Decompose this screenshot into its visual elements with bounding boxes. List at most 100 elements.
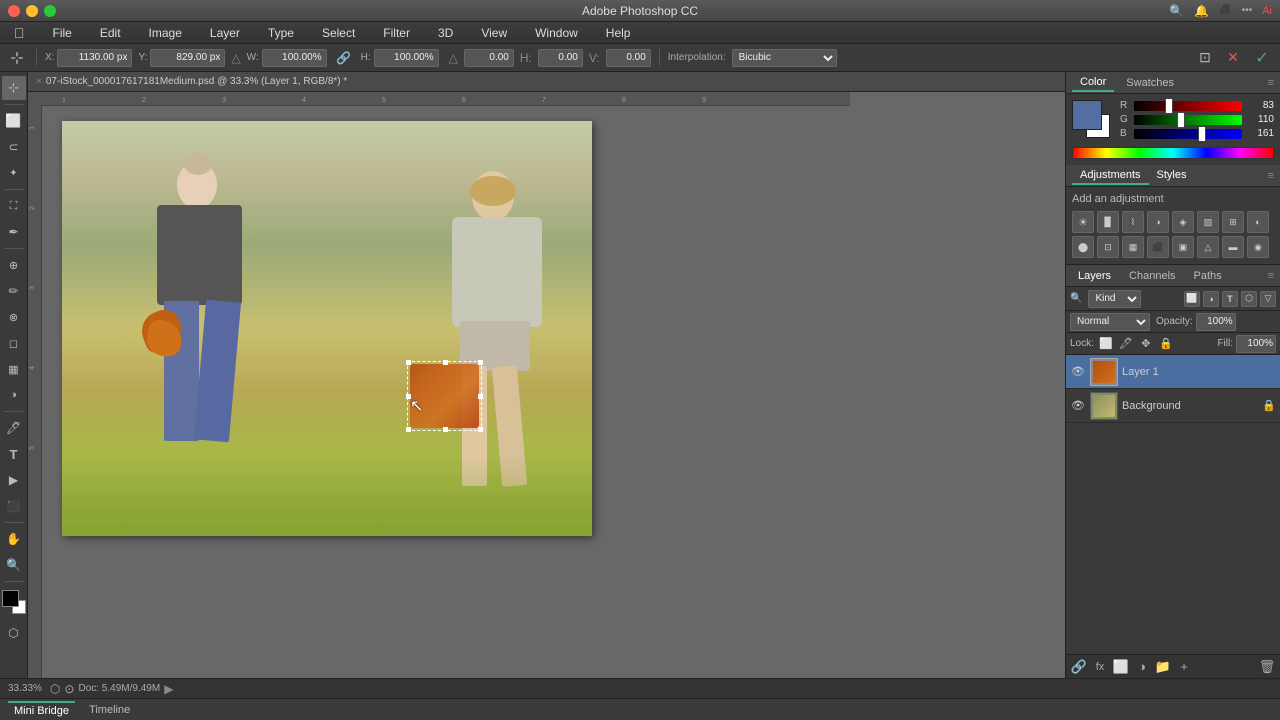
menu-window[interactable]: Window [529, 24, 584, 42]
background-visibility[interactable]: 👁 [1070, 398, 1086, 414]
bw-adj[interactable]: ◐ [1247, 211, 1269, 233]
warp-button[interactable]: ⊡ [1194, 47, 1216, 69]
color-panel-menu[interactable]: ≡ [1268, 77, 1274, 89]
filter-pixel-icon[interactable]: ⬜ [1184, 291, 1200, 307]
levels-adj[interactable]: ▉ [1097, 211, 1119, 233]
r-slider[interactable] [1134, 101, 1242, 111]
menu-view[interactable]: View [475, 24, 513, 42]
interpolation-select[interactable]: Bicubic Bilinear Nearest Neighbor [732, 49, 837, 67]
menu-image[interactable]: Image [143, 24, 188, 42]
menu-3d[interactable]: 3D [432, 24, 459, 42]
tab-adjustments[interactable]: Adjustments [1072, 167, 1149, 185]
threshold-adj[interactable]: △ [1197, 236, 1219, 258]
selective-color-adj[interactable]: ◉ [1247, 236, 1269, 258]
gradient-tool[interactable]: ▦ [2, 357, 26, 381]
crop-tool[interactable]: ⛶ [2, 194, 26, 218]
brush-tool[interactable]: ✏ [2, 279, 26, 303]
invert-adj[interactable]: ⬛ [1147, 236, 1169, 258]
minimize-button[interactable] [26, 5, 38, 17]
w-input[interactable] [262, 49, 327, 67]
shape-tool[interactable]: ⬛ [2, 494, 26, 518]
posterize-adj[interactable]: ▣ [1172, 236, 1194, 258]
v-input[interactable] [606, 49, 651, 67]
color-lookup-adj[interactable]: ▦ [1122, 236, 1144, 258]
canvas-viewport[interactable]: ↖ [42, 106, 850, 678]
tab-paths[interactable]: Paths [1188, 268, 1228, 284]
tab-color[interactable]: Color [1072, 74, 1114, 92]
pen-tool[interactable]: 🖊 [2, 416, 26, 440]
foreground-color[interactable] [2, 590, 19, 607]
lock-image-icon[interactable]: 🖊 [1118, 336, 1134, 352]
menu-layer[interactable]: Layer [204, 24, 246, 42]
spotlight-icon[interactable]: 🔍 [1169, 4, 1184, 18]
lock-all-icon[interactable]: 🔒 [1158, 336, 1174, 352]
blend-mode-select[interactable]: Normal Multiply Screen Overlay [1070, 313, 1150, 331]
color-spectrum[interactable] [1072, 147, 1274, 159]
tab-timeline[interactable]: Timeline [83, 702, 136, 718]
maximize-button[interactable] [44, 5, 56, 17]
filter-adj-icon[interactable]: ◑ [1203, 291, 1219, 307]
zoom-tool[interactable]: 🔍 [2, 553, 26, 577]
layer-item-layer1[interactable]: 👁 Layer 1 [1066, 355, 1280, 389]
tab-mini-bridge[interactable]: Mini Bridge [8, 701, 75, 719]
tab-styles[interactable]: Styles [1149, 167, 1195, 185]
layers-panel-menu[interactable]: ≡ [1268, 270, 1274, 282]
lock-position-icon[interactable]: ✥ [1138, 336, 1154, 352]
rotation-input[interactable] [464, 49, 514, 67]
lock-pixels-icon[interactable]: ⬜ [1098, 336, 1114, 352]
new-layer-button[interactable]: + [1175, 658, 1193, 676]
channel-mixer-adj[interactable]: ⊡ [1097, 236, 1119, 258]
vibrance-adj[interactable]: ◈ [1172, 211, 1194, 233]
brightness-contrast-adj[interactable]: ☀ [1072, 211, 1094, 233]
path-select-tool[interactable]: ▶ [2, 468, 26, 492]
fg-swatch[interactable] [1072, 100, 1102, 130]
gradient-map-adj[interactable]: ▬ [1222, 236, 1244, 258]
menu-type[interactable]: Type [262, 24, 300, 42]
hue-sat-adj[interactable]: ▧ [1197, 211, 1219, 233]
x-input[interactable] [57, 49, 132, 67]
photo-filter-adj[interactable]: ⬤ [1072, 236, 1094, 258]
exposure-adj[interactable]: ◑ [1147, 211, 1169, 233]
menu-edit[interactable]: Edit [94, 24, 127, 42]
layer-item-background[interactable]: 👁 Background 🔒 [1066, 389, 1280, 423]
adj-panel-menu[interactable]: ≡ [1268, 170, 1274, 182]
marquee-rect-tool[interactable]: ⬜ [2, 109, 26, 133]
quick-select-tool[interactable]: ✦ [2, 161, 26, 185]
filter-shape-icon[interactable]: ⬡ [1241, 291, 1257, 307]
add-layer-style-button[interactable]: fx [1091, 658, 1109, 676]
lasso-tool[interactable]: ⊂ [2, 135, 26, 159]
filter-smart-icon[interactable]: ▽ [1260, 291, 1276, 307]
tab-swatches[interactable]: Swatches [1118, 75, 1182, 91]
h2-input[interactable] [538, 49, 583, 67]
opacity-input[interactable] [1196, 313, 1236, 331]
cancel-transform-button[interactable]: ✕ [1222, 47, 1244, 69]
b-thumb[interactable] [1198, 126, 1206, 142]
link-wh-button[interactable]: 🔗 [333, 47, 355, 69]
menu-help[interactable]: Help [600, 24, 637, 42]
b-slider[interactable] [1134, 129, 1242, 139]
new-group-button[interactable]: 📁 [1154, 658, 1172, 676]
clone-stamp-tool[interactable]: ⊗ [2, 305, 26, 329]
fill-input[interactable] [1236, 335, 1276, 353]
move-tool[interactable]: ⊹ [2, 76, 26, 100]
new-adjustment-button[interactable]: ◑ [1133, 658, 1151, 676]
delete-layer-button[interactable]: 🗑 [1258, 658, 1276, 676]
menu-filter[interactable]: Filter [377, 24, 416, 42]
hand-tool[interactable]: ✋ [2, 527, 26, 551]
y-input[interactable] [150, 49, 225, 67]
brush-preview-icon[interactable]: ⊙ [64, 682, 74, 696]
curves-adj[interactable]: ⌇ [1122, 211, 1144, 233]
eraser-tool[interactable]: ◻ [2, 331, 26, 355]
eyedropper-tool[interactable]: ✒ [2, 220, 26, 244]
g-slider[interactable] [1134, 115, 1242, 125]
menu-apple[interactable]:  [8, 23, 31, 43]
color-balance-adj[interactable]: ⊞ [1222, 211, 1244, 233]
layer-filter-select[interactable]: Kind Name Effect [1088, 290, 1141, 308]
layer1-visibility[interactable]: 👁 [1070, 364, 1086, 380]
quick-mask-button[interactable]: ⬡ [3, 622, 25, 644]
layout-icon[interactable]: ⬡ [50, 682, 60, 696]
tab-channels[interactable]: Channels [1123, 268, 1181, 284]
tab-layers[interactable]: Layers [1072, 268, 1117, 284]
h-input[interactable] [374, 49, 439, 67]
text-tool[interactable]: T [2, 442, 26, 466]
